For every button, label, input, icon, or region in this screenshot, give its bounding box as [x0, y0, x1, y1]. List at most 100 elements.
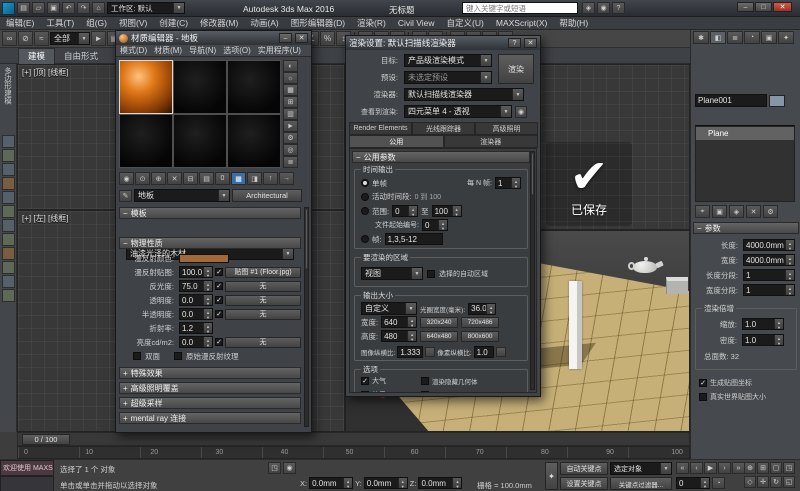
hierarchy-tab-icon[interactable]: ≣	[727, 31, 743, 44]
shininess-field[interactable]: 75.0	[179, 280, 213, 292]
render-setup-scrollbar[interactable]	[530, 151, 535, 390]
z-coordinate-field[interactable]: 0.0mm	[418, 477, 462, 489]
pixel-aspect-field[interactable]: 1.0	[474, 346, 494, 358]
menu-civil-view[interactable]: Civil View	[392, 17, 441, 30]
material-editor-scrollbar[interactable]	[304, 207, 309, 427]
material-sample-slot[interactable]	[173, 114, 227, 168]
ribbon-tab-modeling[interactable]: 建模	[18, 48, 55, 64]
window-close-button[interactable]: ✕	[773, 2, 792, 12]
selection-lock-toggle-icon[interactable]: ◉	[283, 462, 296, 474]
templates-rollout-header[interactable]: 模板	[119, 207, 301, 219]
diffuse-map-button[interactable]: 贴图 #1 (Floor.jpg)	[225, 267, 301, 278]
poly-tool-icon[interactable]	[2, 205, 15, 218]
track-bar[interactable]: 0 10 20 30 40 50 60 70 80 90 100	[17, 446, 690, 459]
undo-icon[interactable]: ↶	[62, 2, 75, 14]
me-menu-options[interactable]: 选项(O)	[223, 45, 251, 56]
diffuse-map-amount-field[interactable]: 100.0	[179, 266, 213, 278]
menu-help[interactable]: 帮助(H)	[553, 17, 594, 30]
length-segs-field[interactable]: 1	[743, 269, 795, 281]
time-slider-handle[interactable]: 0 / 100	[22, 434, 70, 445]
area-to-render-dropdown[interactable]: 视图	[361, 267, 423, 280]
zoom-all-icon[interactable]: ⊞	[757, 462, 769, 474]
go-to-parent-icon[interactable]: ↑	[263, 172, 278, 185]
zoom-extents-all-icon[interactable]: ◳	[783, 462, 795, 474]
material-sample-slot-active[interactable]	[119, 60, 173, 114]
range-radio[interactable]	[361, 207, 369, 215]
poly-tool-icon[interactable]	[2, 219, 15, 232]
poly-tool-icon[interactable]	[2, 289, 15, 302]
menu-edit[interactable]: 编辑(E)	[0, 17, 40, 30]
scale-field[interactable]: 1.0	[742, 318, 784, 330]
material-sample-slot[interactable]	[173, 60, 227, 114]
transparency-map-checkbox[interactable]	[215, 296, 223, 304]
width-segs-field[interactable]: 1	[743, 284, 795, 296]
modify-tab-icon[interactable]: ◧	[710, 31, 726, 44]
length-field[interactable]: 4000.0mm	[743, 239, 795, 251]
next-frame-icon[interactable]: ›	[718, 462, 731, 474]
advanced-lighting-override-rollout-header[interactable]: 高级照明覆盖	[119, 382, 301, 394]
poly-tool-icon[interactable]	[2, 191, 15, 204]
field-of-view-icon[interactable]: ◇	[744, 476, 756, 488]
atmosphere-checkbox[interactable]	[361, 377, 369, 385]
pan-view-icon[interactable]: ✛	[757, 476, 769, 488]
play-animation-icon[interactable]: ▶	[704, 462, 717, 474]
menu-customize[interactable]: 自定义(U)	[441, 17, 490, 30]
search-input[interactable]	[462, 2, 578, 14]
menu-animation[interactable]: 动画(A)	[244, 17, 284, 30]
view-to-render-dropdown[interactable]: 四元菜单 4 - 透视	[404, 105, 512, 118]
maxscript-mini-listener-line2[interactable]	[0, 476, 54, 491]
viewport-label-top[interactable]: [+] [顶] [线框]	[22, 67, 68, 78]
go-forward-to-sibling-icon[interactable]: →	[279, 172, 294, 185]
menu-graph-editors[interactable]: 图形编辑器(D)	[285, 17, 351, 30]
shininess-map-checkbox[interactable]	[215, 282, 223, 290]
configure-modifier-sets-icon[interactable]: ⚙	[763, 205, 778, 218]
go-to-start-icon[interactable]: «	[676, 462, 689, 474]
sample-tiling-icon[interactable]: ⊞	[283, 96, 298, 108]
ior-field[interactable]: 1.2	[179, 322, 213, 334]
pick-material-from-object-icon[interactable]: ✎	[119, 190, 132, 202]
transparency-map-button[interactable]: 无	[225, 295, 301, 306]
two-sided-checkbox[interactable]	[133, 352, 141, 360]
effects-checkbox[interactable]	[361, 391, 369, 393]
translucency-map-button[interactable]: 无	[225, 309, 301, 320]
lock-view-icon[interactable]: ◉	[515, 106, 527, 118]
utilities-tab-icon[interactable]: ✦	[778, 31, 794, 44]
poly-tool-icon[interactable]	[2, 163, 15, 176]
tab-renderer[interactable]: 渲染器	[444, 135, 539, 148]
options-icon[interactable]: ⚙	[283, 132, 298, 144]
object-color-swatch[interactable]	[769, 95, 785, 107]
make-unique-icon[interactable]: ◈	[729, 205, 744, 218]
teapot-object[interactable]	[631, 257, 661, 275]
menu-views[interactable]: 视图(V)	[113, 17, 153, 30]
put-to-library-icon[interactable]: ▤	[199, 172, 214, 185]
single-frame-radio[interactable]	[361, 179, 369, 187]
preset-dropdown[interactable]: 未选定预设	[404, 71, 492, 84]
time-slider-bar[interactable]: 0 / 100	[17, 432, 690, 446]
file-number-base-field[interactable]: 0	[422, 219, 448, 231]
render-setup-titlebar[interactable]: 渲染设置: 默认扫描线渲染器 ? ✕	[346, 36, 540, 50]
supersampling-rollout-header[interactable]: 超级采样	[119, 397, 301, 409]
ribbon-tab-freeform[interactable]: 自由形式	[55, 48, 107, 64]
sign-in-icon[interactable]: ◉	[597, 2, 610, 14]
assign-to-selection-icon[interactable]: ⊕	[151, 172, 166, 185]
menu-tools[interactable]: 工具(T)	[40, 17, 80, 30]
me-menu-material[interactable]: 材质(M)	[154, 45, 182, 56]
size-preset-dropdown[interactable]: 自定义	[361, 302, 417, 315]
poly-tool-icon[interactable]	[2, 261, 15, 274]
every-nth-frame-field[interactable]: 1	[495, 177, 521, 189]
material-sample-slot[interactable]	[119, 114, 173, 168]
frames-radio[interactable]	[361, 235, 369, 243]
pin-stack-icon[interactable]: ⌖	[695, 205, 710, 218]
make-preview-icon[interactable]: ►	[283, 120, 298, 132]
material-sample-slot[interactable]	[227, 60, 281, 114]
bind-to-space-warp-icon[interactable]: ≈	[34, 31, 49, 46]
common-parameters-rollout-header[interactable]: 公用参数	[352, 151, 530, 163]
range-from-field[interactable]: 0	[392, 205, 418, 217]
active-time-segment-radio[interactable]	[361, 193, 369, 201]
area-lights-as-points-checkbox[interactable]	[421, 391, 429, 393]
translucency-field[interactable]: 0.0	[179, 308, 213, 320]
me-menu-modes[interactable]: 模式(D)	[120, 45, 147, 56]
make-material-copy-icon[interactable]: ⊟	[183, 172, 198, 185]
help-icon[interactable]: ?	[612, 2, 625, 14]
diffuse-map-checkbox[interactable]	[215, 268, 223, 276]
